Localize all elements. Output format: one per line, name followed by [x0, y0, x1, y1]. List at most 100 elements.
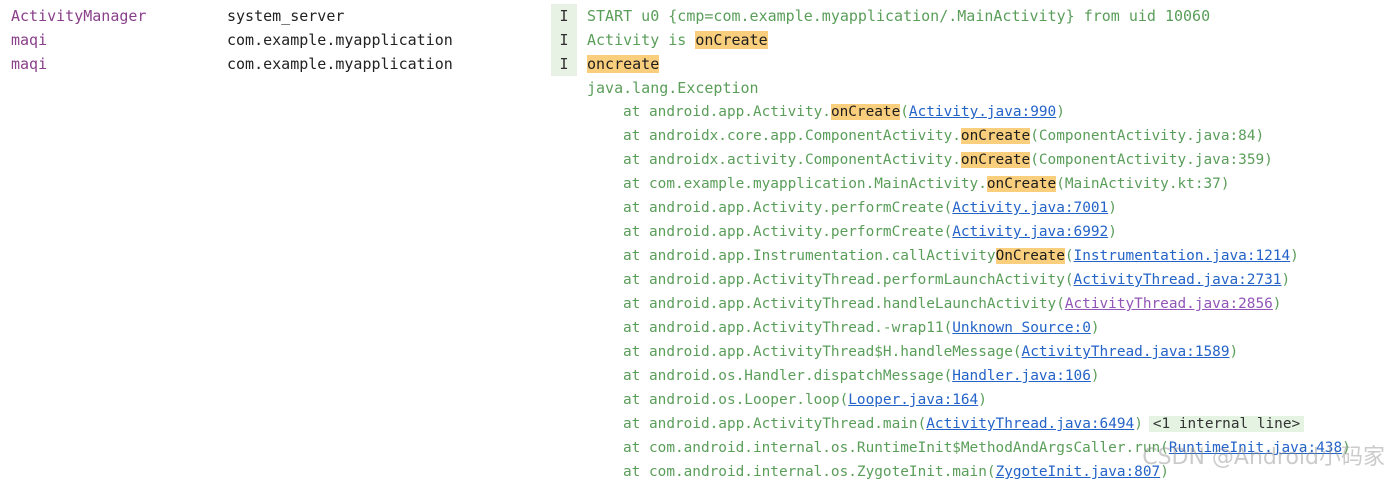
log-message: START u0 {cmp=com.example.myapplication/… — [587, 4, 1210, 28]
log-package: com.example.myapplication — [227, 31, 453, 49]
stack-trace-line: at android.app.Activity.performCreate(Ac… — [623, 196, 1117, 220]
log-message: Activity is onCreate — [587, 28, 768, 52]
stack-trace-line: at android.app.Activity.onCreate(Activit… — [623, 100, 1065, 124]
message-text: ) — [1056, 104, 1065, 120]
message-text: ) — [978, 392, 987, 408]
message-text: ) — [1090, 368, 1100, 384]
search-highlight: onCreate — [830, 104, 901, 120]
log-row: at android.app.Activity.onCreate(Activit… — [0, 100, 1391, 124]
message-text: ) — [1108, 200, 1117, 216]
stack-trace-line: at android.app.ActivityThread.handleLaun… — [623, 292, 1281, 316]
stack-trace-line: at com.example.myapplication.MainActivit… — [623, 172, 1229, 196]
message-text: ) — [1134, 416, 1143, 432]
log-row: at androidx.core.app.ComponentActivity.o… — [0, 124, 1391, 148]
log-row: at android.app.Instrumentation.callActiv… — [0, 244, 1391, 268]
log-tag: maqi — [11, 31, 48, 49]
source-link[interactable]: ZygoteInit.java:807 — [996, 464, 1161, 480]
message-text: at android.app.ActivityThread.handleLaun… — [623, 296, 1065, 312]
log-level-badge: I — [551, 52, 577, 76]
message-text: at android.app.ActivityThread.-wrap11( — [623, 320, 953, 336]
search-highlight: OnCreate — [995, 248, 1065, 264]
log-message: java.lang.Exception — [587, 76, 759, 100]
internal-lines-fold[interactable]: <1 internal line> — [1148, 416, 1305, 432]
log-package: system_server — [227, 7, 345, 25]
message-text: ( — [1064, 248, 1074, 264]
message-text: ) — [1281, 272, 1291, 288]
message-text: (MainActivity.kt:37) — [1056, 176, 1230, 192]
log-row: at android.os.Looper.loop(Looper.java:16… — [0, 388, 1391, 412]
message-text: Activity is — [587, 31, 696, 49]
log-row: at android.app.ActivityThread$H.handleMe… — [0, 340, 1391, 364]
log-row: java.lang.Exception — [0, 76, 1391, 100]
search-highlight: onCreate — [695, 31, 768, 49]
stack-trace-line: at android.app.ActivityThread.-wrap11(Un… — [623, 316, 1100, 340]
log-row: maqi com.example.myapplication I Activity i… — [0, 28, 1391, 52]
stack-trace-line: at com.android.internal.os.ZygoteInit.ma… — [623, 460, 1169, 484]
message-text: ( — [900, 104, 909, 120]
log-row: at android.os.Handler.dispatchMessage(Ha… — [0, 364, 1391, 388]
source-link[interactable]: Looper.java:164 — [848, 392, 978, 408]
message-text: (ComponentActivity.java:359) — [1030, 152, 1273, 168]
log-row: at android.app.ActivityThread.main(Activ… — [0, 412, 1391, 436]
log-row: maqi com.example.myapplication Ioncreate — [0, 52, 1391, 76]
stack-trace-line: at android.app.ActivityThread.performLau… — [623, 268, 1290, 292]
source-link[interactable]: Activity.java:6992 — [952, 224, 1108, 240]
message-text: ) — [1229, 344, 1239, 360]
log-row: at com.example.myapplication.MainActivit… — [0, 172, 1391, 196]
message-text: at android.app.Activity.performCreate( — [623, 224, 953, 240]
log-tag: maqi — [11, 55, 48, 73]
log-row: at android.app.ActivityThread.-wrap11(Un… — [0, 316, 1391, 340]
stack-trace-line: at android.os.Looper.loop(Looper.java:16… — [623, 388, 987, 412]
stack-trace-line: at android.app.ActivityThread$H.handleMe… — [623, 340, 1238, 364]
message-text: at android.app.ActivityThread$H.handleMe… — [623, 344, 1022, 360]
source-link[interactable]: ActivityThread.java:2856 — [1065, 296, 1273, 312]
log-row: ActivityManager system_server I START u0 {c… — [0, 4, 1391, 28]
stack-trace-line: at android.os.Handler.dispatchMessage(Ha… — [623, 364, 1100, 388]
log-row: at android.app.ActivityThread.performLau… — [0, 268, 1391, 292]
log-tag: ActivityManager — [11, 7, 147, 25]
source-link[interactable]: Instrumentation.java:1214 — [1074, 248, 1291, 264]
message-text: at android.app.Instrumentation.callActiv… — [623, 248, 996, 264]
search-highlight: onCreate — [960, 128, 1031, 144]
message-text: at com.android.internal.os.ZygoteInit.ma… — [623, 464, 996, 480]
stack-trace-line: at android.app.Instrumentation.callActiv… — [623, 244, 1299, 268]
source-link[interactable]: Activity.java:7001 — [952, 200, 1108, 216]
log-row: at android.app.Activity.performCreate(Ac… — [0, 196, 1391, 220]
message-text: (ComponentActivity.java:84) — [1030, 128, 1265, 144]
source-link[interactable]: Handler.java:106 — [952, 368, 1091, 384]
source-link[interactable]: ActivityThread.java:6494 — [926, 416, 1134, 432]
message-text: ) — [1090, 320, 1100, 336]
message-text: at android.app.ActivityThread.performLau… — [623, 272, 1074, 288]
stack-trace-line: at androidx.core.app.ComponentActivity.o… — [623, 124, 1264, 148]
message-text: at android.os.Looper.loop( — [623, 392, 849, 408]
csdn-watermark: CSDN @Android小码家 — [1142, 445, 1385, 470]
search-highlight: onCreate — [986, 176, 1057, 192]
message-text: at androidx.core.app.ComponentActivity. — [623, 128, 961, 144]
stack-trace-line: at androidx.activity.ComponentActivity.o… — [623, 148, 1273, 172]
log-package: com.example.myapplication — [227, 55, 453, 73]
stack-trace-line: at android.app.Activity.performCreate(Ac… — [623, 220, 1117, 244]
search-highlight: oncreate — [587, 55, 660, 73]
log-row: at android.app.Activity.performCreate(Ac… — [0, 220, 1391, 244]
message-text: at com.example.myapplication.MainActivit… — [623, 176, 987, 192]
message-text: at android.app.ActivityThread.main( — [623, 416, 927, 432]
source-link[interactable]: ActivityThread.java:1589 — [1022, 344, 1230, 360]
log-row: at android.app.ActivityThread.handleLaun… — [0, 292, 1391, 316]
message-text: START u0 {cmp=com.example.myapplication/… — [587, 7, 1211, 25]
message-text: ) — [1272, 296, 1282, 312]
search-highlight: onCreate — [960, 152, 1031, 168]
log-level-badge: I — [551, 4, 577, 28]
message-text: at com.android.internal.os.RuntimeInit$M… — [623, 440, 1169, 456]
source-link[interactable]: Activity.java:990 — [909, 104, 1056, 120]
log-message: oncreate — [587, 52, 660, 76]
source-link[interactable]: Unknown Source:0 — [952, 320, 1091, 336]
logcat-panel: ActivityManager system_server I START u0 {c… — [0, 4, 1391, 484]
message-text: at android.app.Activity.performCreate( — [623, 200, 953, 216]
message-text: ) — [1108, 224, 1117, 240]
log-row: at androidx.activity.ComponentActivity.o… — [0, 148, 1391, 172]
log-level-badge: I — [551, 28, 577, 52]
message-text: at androidx.activity.ComponentActivity. — [623, 152, 961, 168]
message-text: ) — [1290, 248, 1299, 264]
source-link[interactable]: ActivityThread.java:2731 — [1074, 272, 1282, 288]
stack-trace-line: at android.app.ActivityThread.main(Activ… — [623, 412, 1305, 436]
